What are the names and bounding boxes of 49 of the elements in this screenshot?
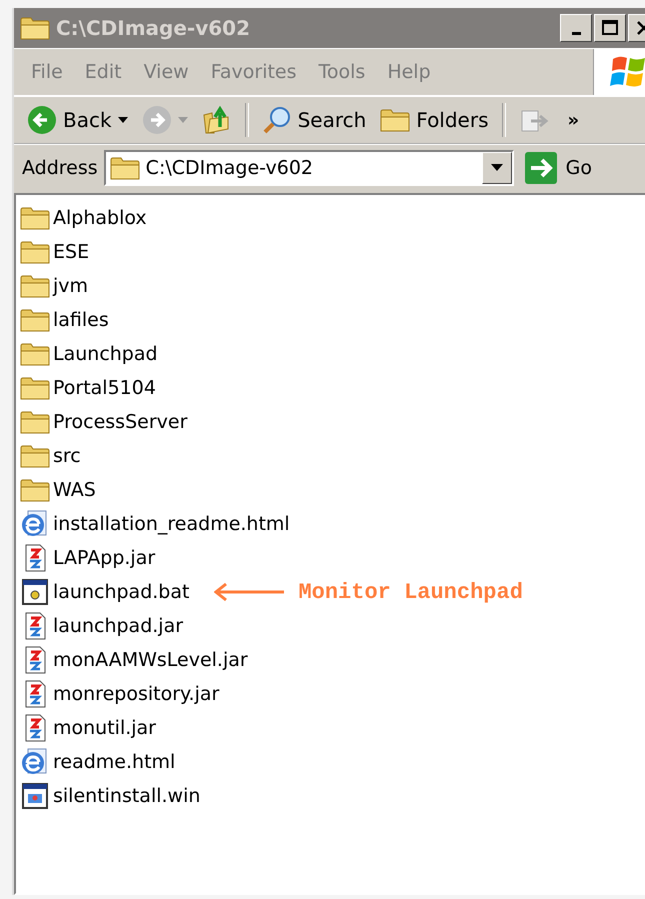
caret-icon xyxy=(118,117,128,123)
minimize-icon xyxy=(572,32,580,34)
dropdown-button[interactable] xyxy=(482,152,512,184)
address-label: Address xyxy=(22,157,98,179)
file-name[interactable]: launchpad.bat xyxy=(53,581,190,603)
address-field[interactable]: C:\CDImage-v602 xyxy=(104,150,514,186)
folder-icon xyxy=(20,273,50,299)
file-name[interactable]: monAAMWsLevel.jar xyxy=(53,649,248,671)
file-name[interactable]: lafiles xyxy=(53,309,109,331)
folder-icon xyxy=(20,15,50,41)
maximize-icon xyxy=(602,20,618,36)
file-name[interactable]: monutil.jar xyxy=(53,717,156,739)
file-name[interactable]: src xyxy=(53,445,81,467)
caret-icon xyxy=(178,117,188,123)
back-button[interactable]: Back xyxy=(22,102,133,138)
file-name[interactable]: monrepository.jar xyxy=(53,683,220,705)
file-name[interactable]: Portal5104 xyxy=(53,377,156,399)
folders-button[interactable]: Folders xyxy=(375,104,494,136)
caret-icon xyxy=(490,164,503,172)
file-name[interactable]: Alphablox xyxy=(53,207,147,229)
folder-icon xyxy=(20,375,50,401)
file-name[interactable]: silentinstall.win xyxy=(53,785,200,807)
annotation-text: Monitor Launchpad xyxy=(298,580,523,604)
folder-icon xyxy=(20,409,50,435)
window-title: C:\CDImage-v602 xyxy=(56,16,252,40)
arrow-icon xyxy=(214,582,286,602)
folder-icon xyxy=(20,341,50,367)
file-name[interactable]: readme.html xyxy=(53,751,176,773)
folder-icon xyxy=(20,477,50,503)
folder-icon xyxy=(110,155,140,181)
file-name[interactable]: WAS xyxy=(53,479,96,501)
file-name[interactable]: Launchpad xyxy=(53,343,158,365)
folder-icon xyxy=(20,205,50,231)
file-name[interactable]: jvm xyxy=(53,275,88,297)
window-file-icon xyxy=(20,781,50,811)
file-name[interactable]: ProcessServer xyxy=(53,411,188,433)
search-button[interactable]: Search xyxy=(256,102,372,138)
batch-file-icon xyxy=(20,577,50,607)
search-icon xyxy=(262,105,292,135)
folder-icon xyxy=(380,107,410,133)
folder-icon xyxy=(20,307,50,333)
file-name[interactable]: launchpad.jar xyxy=(53,615,184,637)
file-name[interactable]: ESE xyxy=(53,241,90,263)
file-name[interactable]: LAPApp.jar xyxy=(53,547,156,569)
toolbar-overflow[interactable]: » xyxy=(568,110,580,130)
folder-icon xyxy=(20,443,50,469)
go-button[interactable]: Go xyxy=(524,151,592,185)
file-name[interactable]: installation_readme.html xyxy=(53,513,290,535)
folder-icon xyxy=(20,239,50,265)
